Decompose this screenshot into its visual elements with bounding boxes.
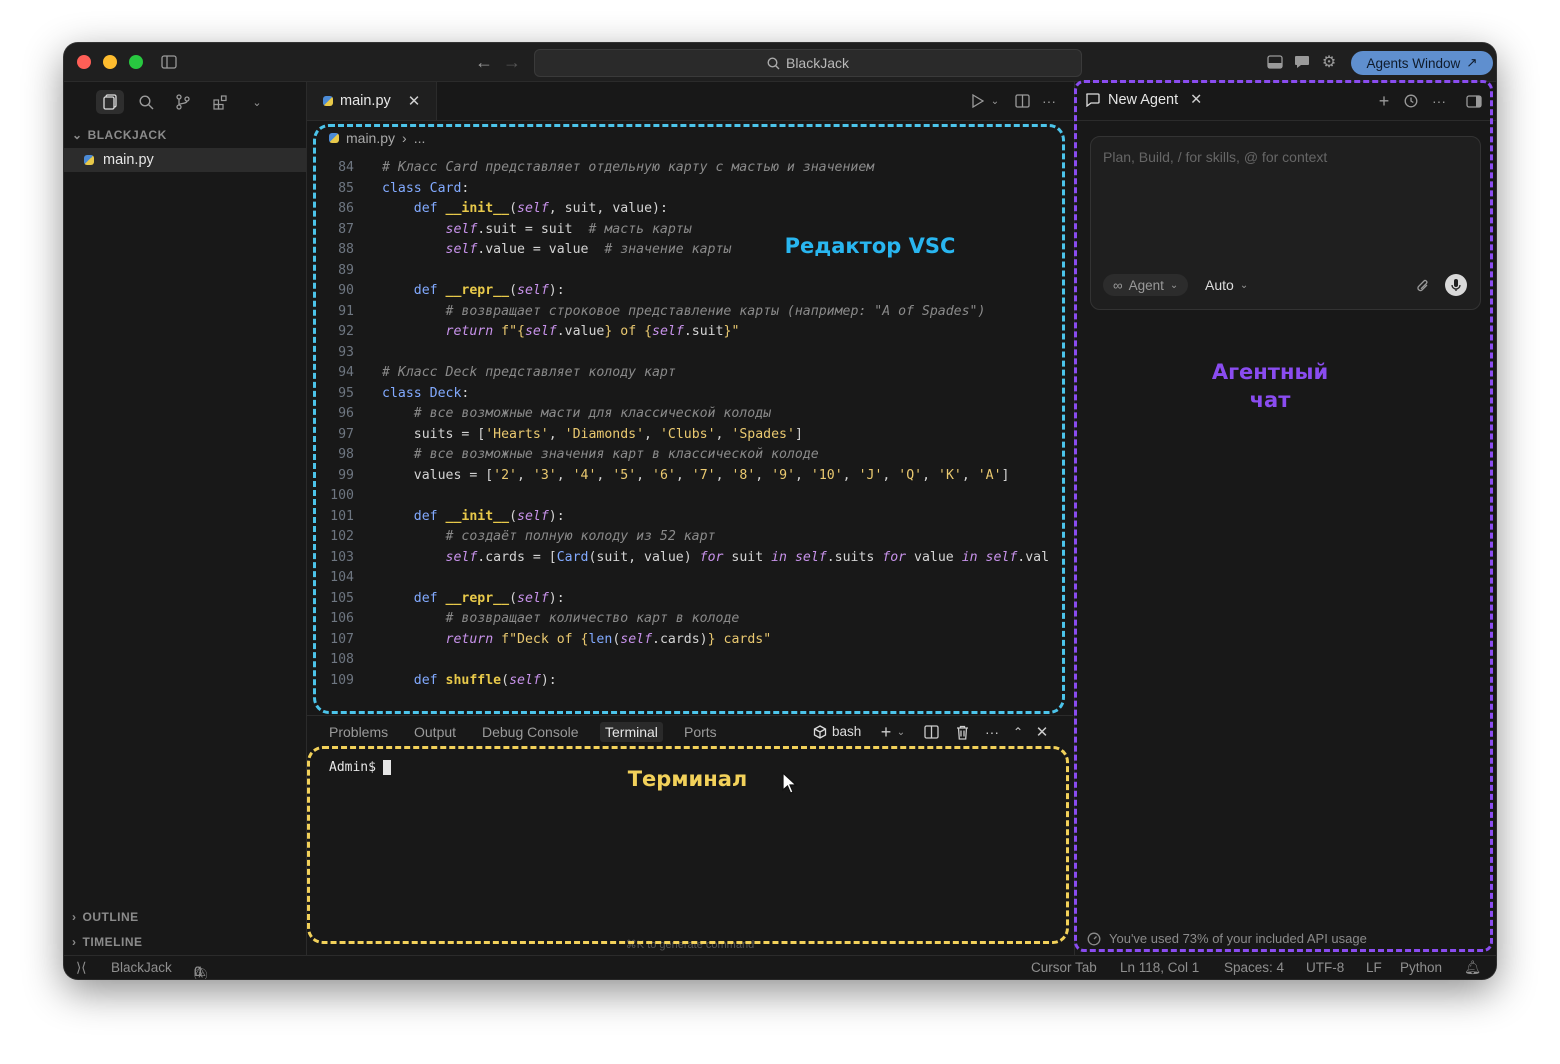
language-status[interactable]: Python [1400, 960, 1442, 975]
minimize-window-button[interactable] [103, 55, 117, 69]
status-bar: ⟩⟨ BlackJack ⓧ 0 ⚠ 0 Cursor Tab Ln 118, … [64, 955, 1496, 979]
run-icon[interactable] [969, 92, 987, 110]
cursor-tab-status[interactable]: Cursor Tab [1031, 960, 1097, 975]
command-center-search[interactable]: BlackJack [534, 49, 1082, 77]
panel-more-icon[interactable]: ··· [983, 722, 1001, 742]
python-file-icon [323, 96, 333, 106]
editor-annotation-label: Редактор VSC [784, 234, 956, 258]
agent-annotation-label: Агентный чат [1180, 358, 1360, 414]
zoom-window-button[interactable] [129, 55, 143, 69]
editor-highlight-box [313, 124, 1065, 714]
project-section-header[interactable]: ⌄ BLACKJACK [72, 128, 167, 142]
explorer-sidebar: ⌄ ⌄ BLACKJACK main.py › OUTLINE › TIMELINE [64, 82, 307, 955]
agent-label-line1: Агентный [1211, 360, 1329, 384]
outline-label: OUTLINE [82, 910, 139, 924]
panel-tab-output[interactable]: Output [414, 724, 456, 740]
agent-label-line2: чат [1249, 388, 1291, 412]
tab-main-py[interactable]: main.py ✕ [307, 82, 437, 120]
agent-highlight-box [1074, 80, 1493, 952]
forward-arrow-icon[interactable]: → [502, 52, 522, 72]
maximize-panel-chevron-up-icon[interactable]: ⌃ [1009, 722, 1027, 742]
split-editor-icon[interactable] [1013, 92, 1031, 110]
source-control-icon[interactable] [173, 92, 193, 112]
search-sidebar-icon[interactable] [136, 92, 156, 112]
outline-section[interactable]: › OUTLINE [72, 910, 139, 924]
panel-tab-terminal[interactable]: Terminal [600, 722, 663, 742]
cursor-position[interactable]: Ln 118, Col 1 [1120, 960, 1199, 975]
back-arrow-icon[interactable]: ← [474, 52, 494, 72]
file-name: main.py [103, 152, 154, 168]
settings-gear-icon[interactable]: ⚙ [1320, 53, 1338, 71]
chevron-right-icon: › [72, 935, 77, 949]
chat-icon[interactable] [1293, 54, 1311, 70]
status-project[interactable]: BlackJack [111, 960, 172, 975]
extensions-icon[interactable] [210, 92, 230, 112]
close-window-button[interactable] [77, 55, 91, 69]
timeline-section[interactable]: › TIMELINE [72, 935, 143, 949]
external-arrow-icon: ↗ [1466, 55, 1478, 70]
encoding-status[interactable]: UTF-8 [1306, 960, 1344, 975]
project-name: BLACKJACK [87, 128, 167, 142]
trash-icon[interactable] [953, 723, 971, 741]
warning-count: 0 [194, 964, 202, 979]
editor-tabs: main.py ✕ ⌄ ··· [307, 82, 1073, 121]
panel-tab-problems[interactable]: Problems [329, 724, 388, 740]
shell-name: bash [832, 724, 862, 739]
split-terminal-icon[interactable] [922, 723, 940, 741]
indentation-status[interactable]: Spaces: 4 [1224, 960, 1284, 975]
chevron-right-icon: › [72, 910, 77, 924]
title-bar: ← → BlackJack ⚙ Agents Window ↗ [64, 43, 1496, 82]
timeline-label: TIMELINE [82, 935, 143, 949]
remote-icon[interactable]: ⟩⟨ [76, 960, 87, 976]
more-actions-icon[interactable]: ··· [1040, 92, 1058, 110]
terminal-annotation-label: Терминал [627, 767, 748, 791]
sidebar-toolbar: ⌄ [64, 82, 306, 122]
agents-window-label: Agents Window [1366, 55, 1461, 71]
files-icon[interactable] [96, 90, 124, 114]
search-icon [767, 56, 780, 69]
close-panel-icon[interactable]: ✕ [1033, 722, 1051, 742]
panel-tab-debug-console[interactable]: Debug Console [482, 724, 579, 740]
new-terminal-plus-icon[interactable]: + [877, 722, 895, 742]
shell-cube-icon [813, 724, 827, 739]
terminal-shell-selector[interactable]: bash [813, 724, 861, 739]
panel-tab-ports[interactable]: Ports [684, 724, 717, 740]
chevron-down-icon: ⌄ [72, 128, 83, 142]
agents-window-button[interactable]: Agents Window ↗ [1351, 51, 1493, 75]
notifications-bell-icon[interactable]: 🔔︎ [1464, 960, 1481, 976]
toggle-sidebar-icon[interactable] [160, 54, 178, 70]
file-item-main-py[interactable]: main.py [64, 148, 306, 172]
python-file-icon [84, 155, 94, 165]
chevron-down-icon[interactable]: ⌄ [248, 92, 266, 112]
eol-status[interactable]: LF [1366, 960, 1382, 975]
tab-label: main.py [340, 93, 391, 109]
close-tab-icon[interactable]: ✕ [408, 92, 421, 110]
terminal-options-chevron-icon[interactable]: ⌄ [895, 722, 907, 742]
search-text: BlackJack [785, 55, 850, 71]
toggle-panel-icon[interactable] [1266, 54, 1284, 70]
run-options-chevron-icon[interactable]: ⌄ [989, 92, 1001, 110]
